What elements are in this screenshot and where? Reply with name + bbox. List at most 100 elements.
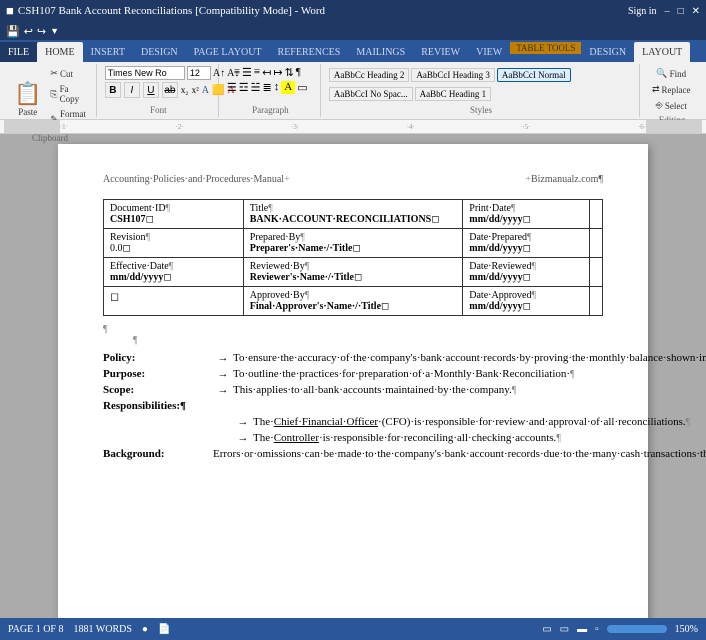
view-print-icon[interactable]: ▭ [542,624,551,635]
align-center-icon[interactable]: ☲ [239,81,249,94]
styles-buttons: AaBbCc Heading 2 AaBbCcI Heading 3 AaBbC… [329,66,633,103]
style-no-spacing[interactable]: AaBbCcI No Spac... [329,87,413,101]
select-button[interactable]: ⎆ Select [652,98,691,113]
header-left: Accounting·Policies·and·Procedures·Manua… [103,174,284,185]
tab-design2[interactable]: DESIGN [581,42,634,62]
document-area: Accounting·Policies·and·Procedures·Manua… [0,134,706,618]
style-heading1[interactable]: AaBbC Heading 1 [415,87,492,101]
tab-design[interactable]: DESIGN [133,42,186,62]
quick-more-icon[interactable]: ▼ [50,26,59,36]
page-header: Accounting·Policies·and·Procedures·Manua… [103,174,603,185]
resp-arrow2: → [233,432,253,444]
align-right-icon[interactable]: ☱ [251,81,261,94]
numbering-icon[interactable]: ☰ [242,66,252,79]
bullets-icon[interactable]: ≡ [234,66,240,79]
replace-button[interactable]: ⇄ Replace [648,82,695,97]
multilevel-icon[interactable]: ≡ [254,66,260,79]
tab-file[interactable]: FILE [0,42,37,62]
table-cell-empty: ◻ [104,287,244,316]
subscript-icon[interactable]: x₂ [181,85,189,95]
policy-row: Policy: → To·ensure·the·accuracy·of·the·… [103,352,603,364]
decrease-indent-icon[interactable]: ↤ [262,66,271,79]
copy-label: Fa Copy [60,84,87,104]
tab-page-layout[interactable]: PAGE LAYOUT [186,42,270,62]
ribbon-tab-row: FILE HOME INSERT DESIGN PAGE LAYOUT REFE… [0,40,706,62]
shading-icon[interactable]: A [281,81,295,94]
editing-buttons: 🔍 Find ⇄ Replace ⎆ Select [648,66,695,113]
purpose-label: Purpose: [103,368,213,380]
save-icon[interactable]: 💾 [6,25,20,38]
style-heading3[interactable]: AaBbCcI Heading 3 [411,68,494,82]
paste-button[interactable]: 📋 Paste [10,79,45,119]
paste-icon: 📋 [14,81,41,107]
font-name-row: A↑ A↓ [105,66,239,80]
font-name-input[interactable] [105,66,185,80]
show-formatting-icon[interactable]: ¶ [296,66,301,79]
tab-view[interactable]: VIEW [468,42,510,62]
table-row: Revision¶ 0.0◻ Prepared·By¶ Preparer's·N… [104,229,603,258]
paragraph-label: Paragraph [252,103,288,115]
zoom-slider[interactable] [607,625,667,633]
superscript-icon[interactable]: x² [192,85,199,95]
scope-row: Scope: → This·applies·to·all·bank·accoun… [103,384,603,396]
strikethrough-button[interactable]: ab [162,82,178,98]
ruler-marks: ·1··2··3··4··5··6· [60,123,646,131]
status-icon2[interactable]: 📄 [158,624,170,635]
minimize-btn[interactable]: – [665,6,670,17]
paragraph-controls: ≡ ☰ ≡ ↤ ↦ ⇅ ¶ ☰ ☲ ☱ ≣ ↕ A ▭ [227,66,308,103]
after-table-pilcrow: ¶ [103,324,603,335]
font-group: A↑ A↓ B I U ab x₂ x² A 🟨 A Font [99,64,219,117]
resp-indent2: → The·Controller·is·responsible·for·reco… [233,432,603,444]
tab-home[interactable]: HOME [37,42,82,62]
increase-indent-icon[interactable]: ↦ [273,66,282,79]
resp-indent1: → The·Chief·Financial·Officer·(CFO)·is·r… [233,416,603,428]
content-section: Policy: → To·ensure·the·accuracy·of·the·… [103,352,603,460]
purpose-row: Purpose: → To·outline·the·practices·for·… [103,368,603,380]
title-bar-right: Sign in – □ ✕ [628,6,700,17]
underline-button[interactable]: U [143,82,159,98]
policy-text: To·ensure·the·accuracy·of·the·company's·… [233,352,706,364]
bold-button[interactable]: B [105,82,121,98]
select-icon: ⎆ [656,100,663,111]
undo-icon[interactable]: ↩ [24,25,33,38]
view-web-icon[interactable]: ▭ [560,624,569,635]
tab-insert[interactable]: INSERT [83,42,133,62]
close-btn[interactable]: ✕ [692,6,700,17]
document-table: Document·ID¶ CSH107◻ Title¶ BANK·ACCOUNT… [103,199,603,316]
styles-label: Styles [470,103,492,115]
sort-icon[interactable]: ⇅ [285,66,294,79]
redo-icon[interactable]: ↪ [37,25,46,38]
text-effects-icon[interactable]: A [202,85,209,96]
view-draft-icon[interactable]: ▫ [595,624,599,635]
border-icon[interactable]: ▭ [297,81,307,94]
paragraph-group: ≡ ☰ ≡ ↤ ↦ ⇅ ¶ ☰ ☲ ☱ ≣ ↕ A ▭ Paragraph [221,64,321,117]
find-button[interactable]: 🔍 Find [652,66,690,81]
view-outline-icon[interactable]: ▬ [577,624,587,635]
align-left-icon[interactable]: ☰ [227,81,237,94]
style-normal[interactable]: AaBbCcI Normal [497,68,571,82]
status-icon1[interactable]: ● [142,624,148,635]
table-cell-doc-id: Document·ID¶ CSH107◻ [104,200,244,229]
tab-mailings[interactable]: MAILINGS [348,42,413,62]
style-heading2[interactable]: AaBbCc Heading 2 [329,68,409,82]
scope-text: This·applies·to·all·bank·accounts·mainta… [233,384,603,396]
background-row: Background: Errors·or·omissions·can·be·m… [103,448,603,460]
responsibilities-label: Responsibilities:¶ [103,400,213,412]
tab-layout[interactable]: LAYOUT [634,42,690,62]
italic-button[interactable]: I [124,82,140,98]
copy-button[interactable]: ⎘ Fa Copy [47,82,90,106]
table-cell-date-prepared: Date·Prepared¶ mm/dd/yyyy◻ [463,229,590,258]
font-label: Font [150,103,167,115]
font-size-input[interactable] [187,66,211,80]
line-spacing-icon[interactable]: ↕ [274,81,280,94]
restore-btn[interactable]: □ [678,6,684,17]
scope-label: Scope: [103,384,213,396]
table-cell-prepared-by: Prepared·By¶ Preparer's·Name·/·Title◻ [243,229,463,258]
tab-references[interactable]: REFERENCES [270,42,349,62]
table-row: Effective·Date¶ mm/dd/yyyy◻ Reviewed·By¶… [104,258,603,287]
cut-button[interactable]: ✂ Cut [47,66,90,81]
justify-icon[interactable]: ≣ [263,81,272,94]
sign-in-link[interactable]: Sign in [628,6,657,17]
word-count: 1881 WORDS [73,624,131,635]
tab-review[interactable]: REVIEW [413,42,468,62]
